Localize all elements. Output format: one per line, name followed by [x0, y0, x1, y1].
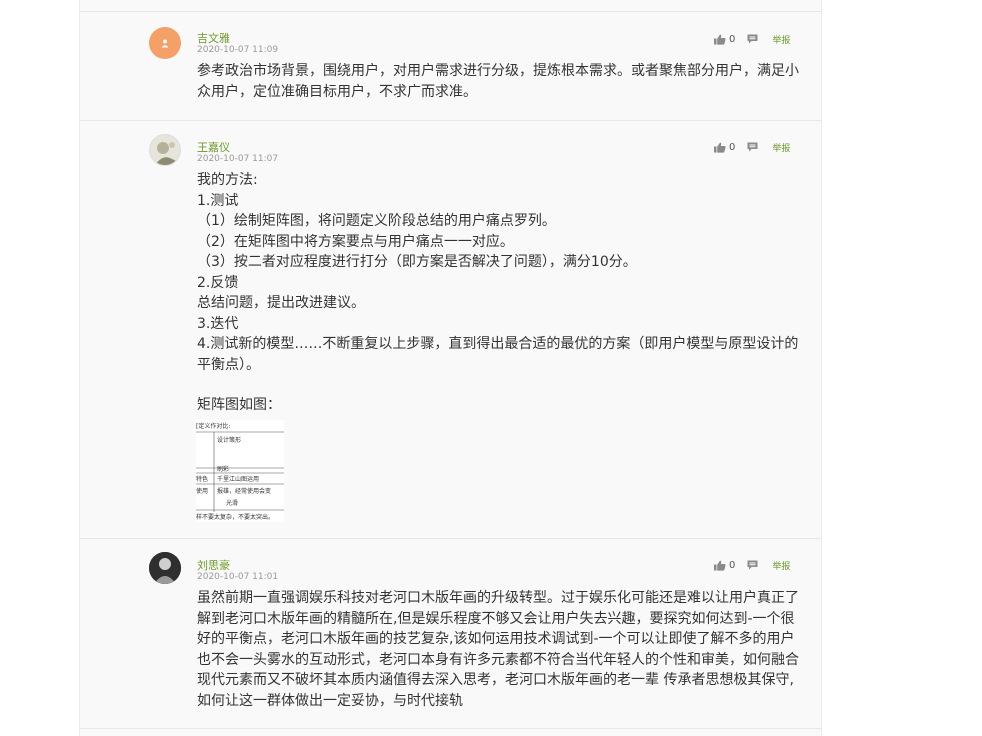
comment-author[interactable]: 刘思豪 — [197, 557, 230, 573]
comment-line: 解到老河口木版年画的精髓所在,但是娱乐程度不够又会让用户失去兴趣，要探究如何达到… — [197, 610, 795, 627]
comment-actions: 0 举报 — [714, 558, 790, 572]
reply-button[interactable] — [747, 34, 758, 44]
like-button[interactable]: 0 — [714, 142, 735, 153]
matrix-text: 样不要太复杂，不要太突出。 — [196, 513, 274, 521]
matrix-text: 千里江山图运用 — [217, 475, 259, 483]
comment-line: （3）按二者对应程度进行打分（即方案是否解决了问题），满分10分。 — [197, 254, 637, 270]
thumbs-up-icon — [714, 142, 726, 153]
comment-line: 如何让这一群体做出一定妥协，与时代接轨 — [197, 692, 463, 709]
comment-time: 2020-10-07 11:07 — [197, 154, 279, 164]
comment-icon — [747, 142, 758, 152]
thumbs-up-icon — [714, 34, 726, 45]
comment-line: （1）绘制矩阵图，将问题定义阶段总结的用户痛点罗列。 — [197, 213, 556, 229]
comment-line: 1.测试 — [197, 192, 239, 209]
comment-icon — [747, 34, 758, 44]
report-link[interactable]: 举报 — [772, 141, 790, 154]
comment-item: 刘思豪 2020-10-07 11:01 0 举报 虽然前期一直强调娱乐科技对老… — [80, 538, 821, 728]
comment-line: 众用户，定位准确目标用户，不求广而求准。 — [197, 83, 477, 100]
divider — [80, 728, 821, 729]
like-count: 0 — [729, 33, 736, 45]
comment-line: 平衡点）。 — [197, 356, 260, 373]
comment-icon — [747, 560, 758, 570]
comment-line: 4.测试新的模型……不断重复以上步骤，直到得出最合适的最优的方案（即用户模型与原… — [197, 336, 799, 352]
comment-body: 我的方法: 1.测试 （1）绘制矩阵图，将问题定义阶段总结的用户痛点罗列。 （2… — [197, 170, 801, 416]
reply-button[interactable] — [747, 560, 758, 570]
comment-author[interactable]: 王嘉仪 — [197, 139, 230, 155]
comment-line: （2）在矩阵图中将方案要点与用户痛点一一对应。 — [197, 233, 514, 250]
like-button[interactable]: 0 — [714, 560, 735, 571]
like-count: 0 — [729, 559, 736, 571]
matrix-text: 刷彩 — [217, 465, 229, 473]
avatar[interactable] — [149, 552, 181, 584]
like-count: 0 — [729, 141, 736, 153]
matrix-text: 设计策形 — [217, 436, 241, 444]
avatar[interactable] — [149, 27, 181, 59]
comment-time: 2020-10-07 11:09 — [197, 45, 279, 55]
comment-item: 吉文雅 2020-10-07 11:09 0 举报 参考政治市场背景，围绕用户，… — [80, 11, 821, 120]
thumbs-up-icon — [714, 560, 726, 571]
comment-actions: 0 举报 — [714, 140, 790, 154]
avatar-image — [150, 135, 180, 165]
comment-line: 总结问题，提出改进建议。 — [197, 295, 365, 311]
report-link[interactable]: 举报 — [772, 33, 790, 46]
comment-line: 矩阵图如图： — [197, 397, 281, 413]
comment-body: 虽然前期一直强调娱乐科技对老河口木版年画的升级转型。过于娱乐化可能还是难以让用户… — [197, 588, 801, 711]
comment-line: 现代元素而又不破坏其本质内涵值得去深入思考，老河口木版年画的老一辈 传承者思想极… — [197, 672, 794, 688]
matrix-text: 报雄，经常使用会变 — [217, 487, 271, 495]
user-icon — [161, 39, 169, 48]
comment-line: 我的方法: — [197, 172, 258, 188]
avatar-image — [149, 552, 181, 584]
comment-list: 吉文雅 2020-10-07 11:09 0 举报 参考政治市场背景，围绕用户，… — [79, 0, 822, 736]
like-button[interactable]: 0 — [714, 34, 735, 45]
comment-line: 也不会一头雾水的互动形式，老河口本身有许多元素都不符合当代年轻人的个性和审美，如… — [197, 651, 799, 668]
avatar[interactable] — [149, 134, 181, 166]
matrix-text: 特色 — [196, 475, 208, 483]
comment-line: 虽然前期一直强调娱乐科技对老河口木版年画的升级转型。过于娱乐化可能还是难以让用户… — [197, 590, 799, 606]
comment-item: 王嘉仪 2020-10-07 11:07 0 举报 我的方法: 1.测试 （1）… — [80, 120, 821, 538]
matrix-text: 使用 — [196, 487, 208, 495]
comment-line: 参考政治市场背景，围绕用户，对用户需求进行分级，提炼根本需求。或者聚焦部分用户，… — [197, 63, 799, 79]
matrix-text: [定义作对比: — [196, 422, 230, 430]
matrix-text: 光滑 — [226, 499, 238, 507]
comment-line: 2.反馈 — [197, 274, 239, 291]
comment-time: 2020-10-07 11:01 — [197, 572, 279, 582]
report-link[interactable]: 举报 — [772, 559, 790, 572]
comment-line: 好的平衡点，老河口木版年画的技艺复杂,该如何运用技术调试到-一个可以让即使了解不… — [197, 631, 795, 647]
reply-button[interactable] — [747, 142, 758, 152]
comment-actions: 0 举报 — [714, 32, 790, 46]
comment-body: 参考政治市场背景，围绕用户，对用户需求进行分级，提炼根本需求。或者聚焦部分用户，… — [197, 61, 801, 102]
comment-line: 3.迭代 — [197, 315, 239, 332]
matrix-image[interactable]: [定义作对比: 设计策形 刷彩 特色 千里江山图运用 使用 报雄，经常使用会变 … — [196, 420, 284, 522]
comment-author[interactable]: 吉文雅 — [197, 30, 230, 46]
